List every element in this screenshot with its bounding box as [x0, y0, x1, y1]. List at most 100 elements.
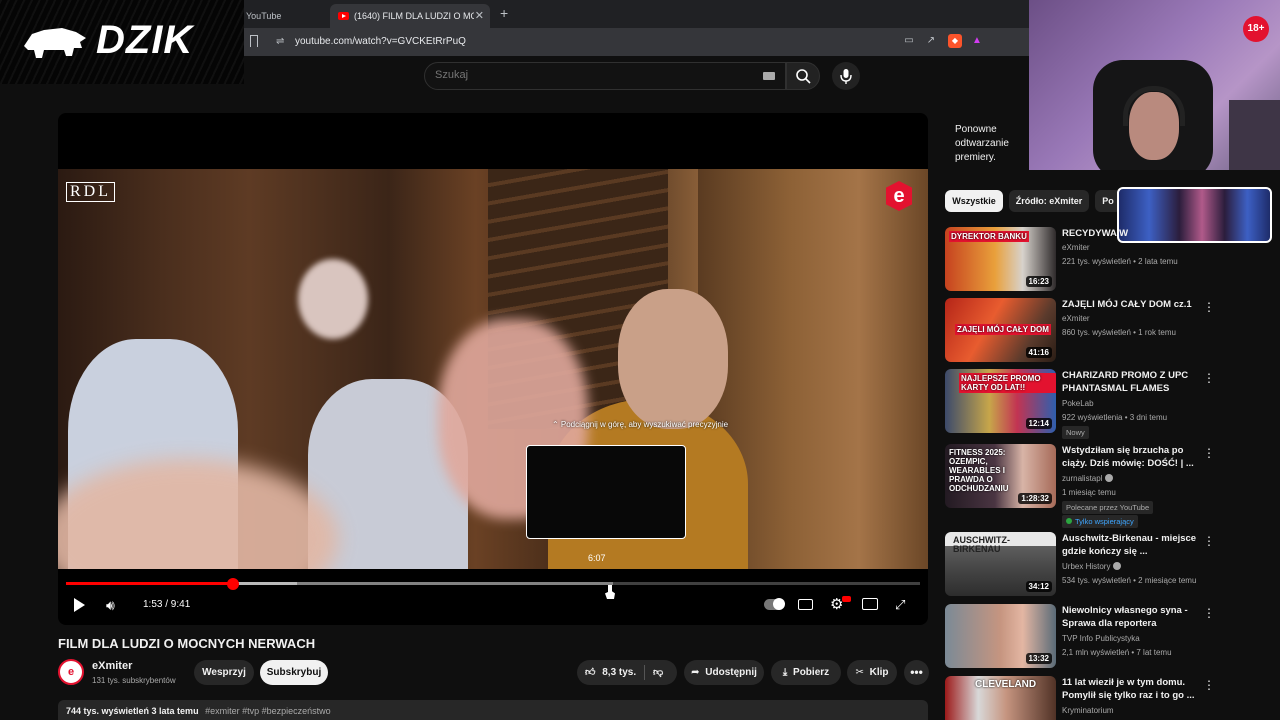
tab-youtube[interactable]: YouTube	[246, 4, 326, 28]
seek-preview-time: 6:07	[588, 553, 606, 563]
video-thumbnail[interactable]: ZAJĘLI MÓJ CAŁY DOM 41:16	[945, 298, 1056, 362]
more-options-icon[interactable]: ⋮	[1203, 606, 1215, 620]
video-thumbnail[interactable]: DYREKTOR BANKU 16:23	[945, 227, 1056, 291]
cast-icon[interactable]: ▭	[902, 34, 916, 48]
share-label: Udostępnij	[705, 667, 757, 678]
clip-button[interactable]: ✂ Klip	[847, 660, 897, 685]
volume-icon[interactable]: 🔊︎	[106, 595, 124, 615]
tab-active-video[interactable]: (1640) FILM DLA LUDZI O MOCNYCH NERWACH …	[330, 4, 490, 28]
video-thumbnail[interactable]: 13:32	[945, 604, 1056, 668]
verified-icon	[1113, 562, 1122, 570]
more-options-icon[interactable]: ⋮	[1203, 371, 1215, 385]
support-button[interactable]: Wesprzyj	[194, 660, 254, 685]
close-tab-icon[interactable]: ✕	[475, 9, 484, 22]
progress-played	[66, 582, 233, 585]
like-count: 8,3 tys.	[602, 667, 637, 678]
theater-mode-icon[interactable]	[862, 598, 878, 610]
recommendation-channel[interactable]: zurnalistapl	[1062, 474, 1114, 483]
voice-search-button[interactable]	[832, 62, 860, 90]
chip-all[interactable]: Wszystkie	[945, 190, 1003, 212]
recommendation-meta: 2,1 mln wyświetleń • 7 lat temu	[1062, 648, 1172, 657]
recommendation-title[interactable]: Auschwitz-Birkenau - miejsce gdzie kończ…	[1062, 532, 1202, 558]
thumbs-up-icon: 👍︎	[585, 667, 596, 678]
site-info-icon[interactable]: ⇌	[276, 36, 284, 47]
recommendation-title[interactable]: ZAJĘLI MÓJ CAŁY DOM cz.1	[1062, 298, 1202, 311]
seek-hint: ⌃ Podciągnij w górę, aby wyszukiwać prec…	[551, 420, 729, 429]
recommendation-meta: 922 wyświetlenia • 3 dni temu	[1062, 413, 1168, 422]
subtitles-icon[interactable]	[798, 599, 813, 610]
scissors-icon: ✂	[855, 667, 864, 678]
share-page-icon[interactable]: ↗	[924, 34, 938, 48]
recommendation-channel[interactable]: PokeLab	[1062, 399, 1094, 408]
recommendation-channel[interactable]: Kryminatorium	[1062, 706, 1114, 715]
video-thumbnail[interactable]: CLEVELAND	[945, 676, 1056, 720]
download-button[interactable]: ⤓ Pobierz	[771, 660, 841, 685]
chip-source[interactable]: Źródło: eXmiter	[1009, 190, 1089, 212]
premiere-message: Ponowne odtwarzanie premiery.	[955, 124, 1009, 163]
tab-label: (1640) FILM DLA LUDZI O MOCNYCH NERWACH	[354, 11, 474, 21]
recommendation-item[interactable]: CLEVELAND 11 lat wieził je w tym domu. P…	[945, 676, 1275, 720]
channel-label: Urbex History	[1062, 562, 1111, 571]
recommendation-channel[interactable]: eXmiter	[1062, 314, 1090, 323]
progress-scrubber-handle[interactable]	[226, 578, 239, 590]
thumbnail-text: ZAJĘLI MÓJ CAŁY DOM	[955, 324, 1051, 335]
recommendation-channel[interactable]: Urbex History	[1062, 562, 1122, 571]
brave-shield-icon[interactable]: ◆	[948, 34, 962, 48]
verified-icon	[1105, 474, 1114, 482]
fullscreen-icon[interactable]: ⤢	[895, 595, 905, 615]
like-divider	[644, 665, 645, 680]
recommendation-channel[interactable]: TVP Info Publicystyka	[1062, 634, 1140, 643]
recommendation-title[interactable]: Niewolnicy własnego syna - Sprawa dla re…	[1062, 604, 1202, 630]
microphone-icon	[840, 69, 852, 84]
subscribe-button[interactable]: Subskrybuj	[260, 660, 328, 685]
more-options-icon[interactable]: ⋮	[1203, 534, 1215, 548]
more-options-icon[interactable]: ⋮	[1203, 300, 1215, 314]
video-thumbnail[interactable]: FITNESS 2025: OZEMPIC, WEARABLES I PRAWD…	[945, 444, 1056, 508]
recommendation-channel[interactable]: eXmiter	[1062, 243, 1090, 252]
recommendation-item[interactable]: FITNESS 2025: OZEMPIC, WEARABLES I PRAWD…	[945, 444, 1275, 528]
new-tab-icon[interactable]: +	[500, 5, 508, 21]
recommendation-title[interactable]: CHARIZARD PROMO Z UPC PHANTASMAL FLAMES	[1062, 369, 1202, 395]
more-options-icon[interactable]: ⋮	[1203, 678, 1215, 692]
search-button[interactable]	[786, 62, 820, 90]
more-options-icon[interactable]: ⋮	[1203, 446, 1215, 460]
thumbs-down-icon[interactable]: 👎︎	[653, 660, 663, 685]
duration-badge: 1:28:32	[1018, 493, 1052, 504]
play-button[interactable]	[74, 595, 86, 615]
recommendation-item[interactable]: AUSCHWITZ-BIRKENAU 34:12 Auschwitz-Birke…	[945, 532, 1275, 598]
autoplay-toggle[interactable]	[764, 598, 785, 610]
progress-bar[interactable]	[66, 578, 920, 590]
recommendation-title[interactable]: 11 lat wieził je w tym domu. Pomylił się…	[1062, 676, 1202, 702]
search-box[interactable]	[424, 62, 786, 90]
video-player[interactable]: RDL e ⌃ Podciągnij w górę, aby wyszukiwa…	[58, 113, 928, 625]
bookmark-icon[interactable]	[250, 35, 258, 47]
recommendation-item[interactable]: DYREKTOR BANKU 16:23 RECYDYWA W eXmiter …	[945, 227, 1275, 293]
thumbnail-text: NAJLEPSZE PROMO KARTY OD LAT!!	[959, 373, 1056, 393]
like-button[interactable]: 👍︎ 8,3 tys. 👎︎	[577, 660, 677, 685]
video-thumbnail[interactable]: NAJLEPSZE PROMO KARTY OD LAT!! 12:14	[945, 369, 1056, 433]
brand-logo-text: DZIK	[96, 18, 194, 62]
duration-badge: 34:12	[1025, 581, 1052, 592]
rewards-icon[interactable]: ▲	[970, 34, 984, 48]
more-actions-icon[interactable]: •••	[904, 660, 929, 685]
url-field[interactable]: youtube.com/watch?v=GVCKEtRrPuQ	[295, 36, 466, 47]
keyboard-icon[interactable]	[763, 72, 775, 80]
recommendation-item[interactable]: 13:32 Niewolnicy własnego syna - Sprawa …	[945, 604, 1275, 670]
channel-avatar[interactable]: e	[58, 659, 84, 685]
description-box[interactable]: 744 tys. wyświetleń 3 lata temu #exmiter…	[58, 700, 928, 720]
recommendation-title[interactable]: Wstydziłam się brzucha po ciąży. Dziś mó…	[1062, 444, 1202, 470]
video-thumbnail[interactable]: AUSCHWITZ-BIRKENAU 34:12	[945, 532, 1056, 596]
share-button[interactable]: ➦ Udostępnij	[684, 660, 764, 685]
age-rating-badge: 18+	[1243, 16, 1269, 42]
video-frame[interactable]: RDL e	[58, 169, 928, 569]
hashtags[interactable]: #exmiter #tvp #bezpieczeństwo	[205, 706, 331, 716]
recommendation-title[interactable]: RECYDYWA W	[1062, 227, 1202, 240]
recommendation-item[interactable]: ZAJĘLI MÓJ CAŁY DOM 41:16 ZAJĘLI MÓJ CAŁ…	[945, 298, 1275, 364]
background-shelf	[1229, 100, 1280, 170]
search-input[interactable]	[435, 69, 735, 81]
thumbnail-text: CLEVELAND	[975, 679, 1037, 690]
download-label: Pobierz	[793, 667, 830, 678]
channel-name[interactable]: eXmiter	[92, 660, 132, 672]
recommendation-item[interactable]: NAJLEPSZE PROMO KARTY OD LAT!! 12:14 CHA…	[945, 369, 1275, 439]
new-badge: Nowy	[1062, 426, 1089, 439]
